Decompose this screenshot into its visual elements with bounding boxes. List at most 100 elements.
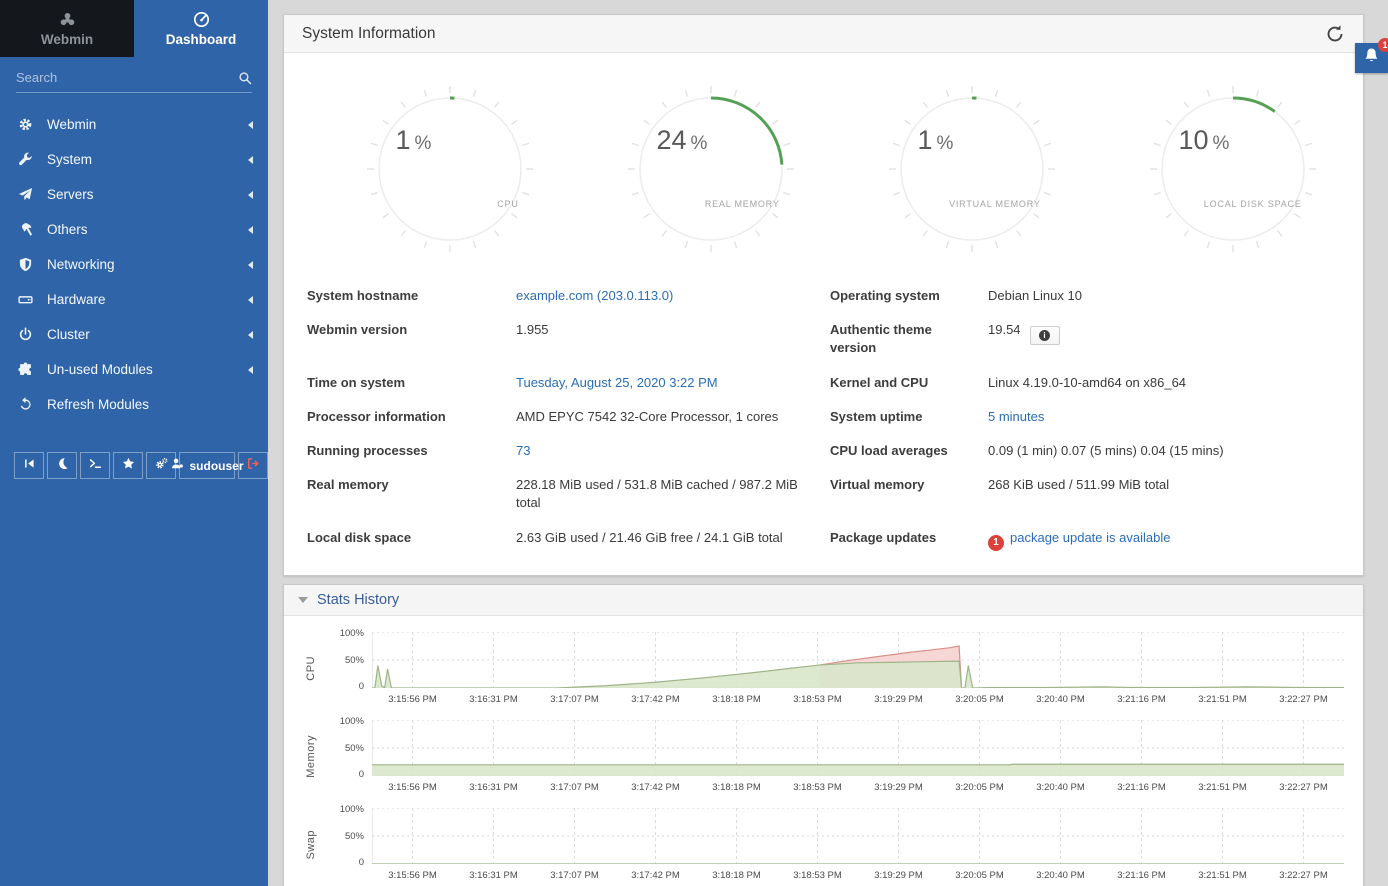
info-value-webmin-version: 1.955 <box>516 313 830 365</box>
gauge-dial <box>362 81 538 257</box>
stats-history-header[interactable]: Stats History <box>284 585 1363 616</box>
info-value-real-memory: 228.18 MiB used / 531.8 MiB cached / 987… <box>516 468 830 520</box>
chart-x-tick: 3:16:31 PM <box>469 870 518 881</box>
tab-dashboard[interactable]: Dashboard <box>134 0 268 57</box>
search-input[interactable] <box>16 70 238 85</box>
moon-icon <box>56 457 69 475</box>
chart-x-tick: 3:16:31 PM <box>469 694 518 705</box>
gauge-percent: 10% <box>1178 125 1229 156</box>
sidebar-item-label: Un-used Modules <box>47 362 248 377</box>
info-label-system-hostname: System hostname <box>307 279 516 313</box>
sidebar-tabs: Webmin Dashboard <box>0 0 268 57</box>
info-value-system-hostname: example.com (203.0.113.0) <box>516 279 830 313</box>
hammer-icon <box>18 222 34 237</box>
chart-y-tick: 0 <box>359 857 364 868</box>
gauge-percent-sign: % <box>936 133 953 154</box>
info-link[interactable]: example.com (203.0.113.0) <box>516 288 673 303</box>
info-label-virtual-memory: Virtual memory <box>830 468 988 520</box>
info-label-real-memory: Real memory <box>307 468 516 520</box>
sidebar-item-un-used-modules[interactable]: Un-used Modules <box>0 352 268 387</box>
info-icon <box>1039 330 1050 341</box>
user-button[interactable]: sudouser <box>179 452 235 479</box>
sidebar-toolbar: sudouser <box>14 452 268 479</box>
main-content: System Information 1%CPU 24%REAL MEMORY … <box>268 0 1388 886</box>
info-text: 19.54 <box>988 322 1021 337</box>
info-label-package-updates: Package updates <box>830 521 988 559</box>
gauge-percent-value: 1 <box>395 125 410 155</box>
chevron-left-icon <box>248 296 253 304</box>
info-label-authentic-theme-version: Authentic theme version <box>830 313 988 365</box>
info-link[interactable]: package update is available <box>1010 530 1170 545</box>
gauge-dial <box>623 81 799 257</box>
sidebar-item-hardware[interactable]: Hardware <box>0 282 268 317</box>
stats-charts: CPU100%50%03:15:56 PM3:16:31 PM3:17:07 P… <box>284 616 1363 886</box>
chart-x-tick: 3:22:27 PM <box>1279 782 1328 793</box>
search-icon[interactable] <box>238 71 252 85</box>
notification-bell-button[interactable]: 1 <box>1355 43 1388 73</box>
sidebar-item-system[interactable]: System <box>0 142 268 177</box>
chart-x-tick: 3:15:56 PM <box>388 870 437 881</box>
chart-plot <box>372 720 1344 776</box>
sidebar-item-networking[interactable]: Networking <box>0 247 268 282</box>
info-link[interactable]: 73 <box>516 443 530 458</box>
star-button[interactable] <box>113 452 143 479</box>
gauge-percent: 1% <box>917 125 953 156</box>
gauge-label: REAL MEMORY <box>705 199 780 209</box>
sidebar-item-webmin[interactable]: Webmin <box>0 107 268 142</box>
info-text: 0.09 (1 min) 0.07 (5 mins) 0.04 (15 mins… <box>988 443 1224 458</box>
info-link[interactable]: Tuesday, August 25, 2020 3:22 PM <box>516 375 718 390</box>
chart-y-tick: 0 <box>359 769 364 780</box>
chevron-left-icon <box>248 156 253 164</box>
terminal-button[interactable] <box>80 452 110 479</box>
chevron-left-icon <box>248 226 253 234</box>
sidebar-item-refresh-modules[interactable]: Refresh Modules <box>0 387 268 422</box>
gauge-label: VIRTUAL MEMORY <box>949 199 1041 209</box>
gauge-percent-value: 1 <box>917 125 932 155</box>
chart-x-tick: 3:21:16 PM <box>1117 782 1166 793</box>
chevron-left-icon <box>248 121 253 129</box>
chart-x-tick: 3:18:53 PM <box>793 870 842 881</box>
tab-dashboard-label: Dashboard <box>166 32 237 47</box>
webmin-logo-icon <box>59 11 76 28</box>
chart-axis-title: Memory <box>298 720 324 794</box>
logout-button[interactable] <box>238 452 268 479</box>
chart-x-tick: 3:21:51 PM <box>1198 870 1247 881</box>
chart-memory: Memory100%50%03:15:56 PM3:16:31 PM3:17:0… <box>298 720 1344 794</box>
logout-icon <box>247 457 260 475</box>
chart-y-tick: 50% <box>345 655 364 666</box>
sidebar-item-others[interactable]: Others <box>0 212 268 247</box>
chart-x-tick: 3:19:29 PM <box>874 782 923 793</box>
star-icon <box>122 457 135 475</box>
chart-axis-title-text: CPU <box>305 656 317 681</box>
sidebar-item-label: System <box>47 152 248 167</box>
info-label-time-on-system: Time on system <box>307 366 516 400</box>
system-info-grid: System hostnameexample.com (203.0.113.0)… <box>284 263 1363 575</box>
tab-webmin[interactable]: Webmin <box>0 0 134 57</box>
chart-y-ticks: 100%50%0 <box>324 808 372 864</box>
system-information-header: System Information <box>284 15 1363 53</box>
info-value-operating-system: Debian Linux 10 <box>988 279 1339 313</box>
sidebar-item-cluster[interactable]: Cluster <box>0 317 268 352</box>
caret-down-icon <box>298 597 308 603</box>
chart-x-tick: 3:20:05 PM <box>955 694 1004 705</box>
page-title: System Information <box>302 25 1325 43</box>
collapse-sidebar-button[interactable] <box>14 452 44 479</box>
info-text: AMD EPYC 7542 32-Core Processor, 1 cores <box>516 409 778 424</box>
chart-x-tick: 3:22:27 PM <box>1279 694 1328 705</box>
refresh-icon[interactable] <box>1325 24 1345 44</box>
sidebar-item-label: Cluster <box>47 327 248 342</box>
gauge-percent-sign: % <box>414 133 431 154</box>
info-label-kernel-and-cpu: Kernel and CPU <box>830 366 988 400</box>
chart-x-labels: 3:15:56 PM3:16:31 PM3:17:07 PM3:17:42 PM… <box>372 864 1344 882</box>
info-label-cpu-load-averages: CPU load averages <box>830 434 988 468</box>
info-value-time-on-system: Tuesday, August 25, 2020 3:22 PM <box>516 366 830 400</box>
chart-x-tick: 3:17:42 PM <box>631 870 680 881</box>
theme-info-button[interactable] <box>1030 326 1060 345</box>
gauge-percent: 24% <box>656 125 707 156</box>
info-link[interactable]: 5 minutes <box>988 409 1044 424</box>
chart-plot <box>372 808 1344 864</box>
info-label-system-uptime: System uptime <box>830 400 988 434</box>
moon-button[interactable] <box>47 452 77 479</box>
sidebar-item-servers[interactable]: Servers <box>0 177 268 212</box>
chart-y-tick: 0 <box>359 681 364 692</box>
